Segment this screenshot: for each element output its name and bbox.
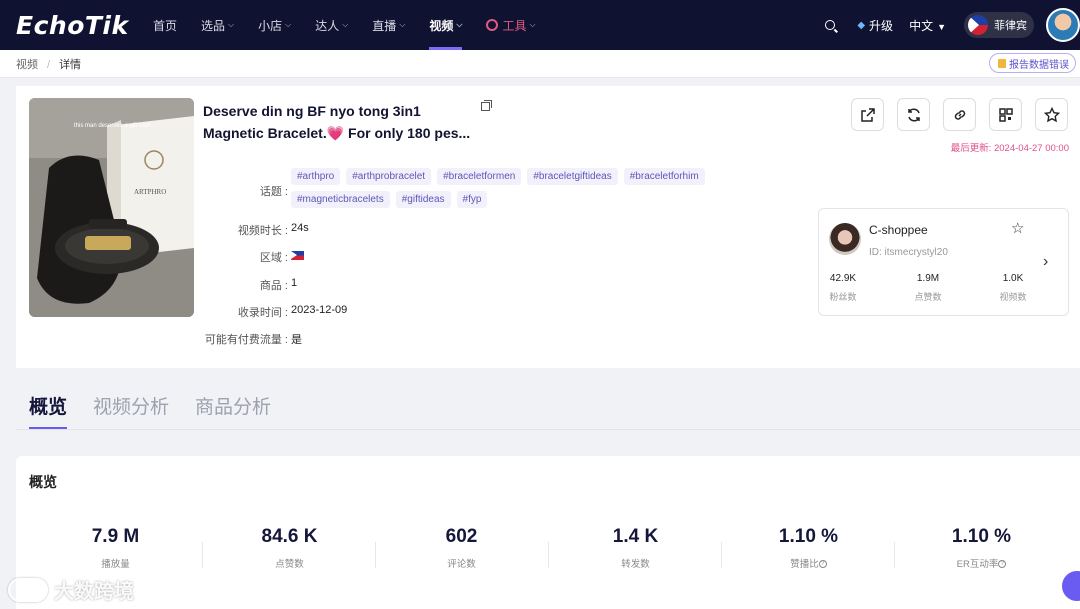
creator-card[interactable]: C-shoppee ID: itsmecrystyl20 ☆ › 42.9K 粉丝… [818,208,1069,316]
overview-card: 概览 7.9 M 播放量 84.6 K 点赞数 602 评论数 1.4 K 转发数 1.… [16,456,1080,609]
tab-product-analysis[interactable]: 商品分析 [195,392,271,429]
qr-code-icon [998,107,1013,122]
chevron-down-icon: ⌵ [456,20,463,29]
creator-stat-followers: 42.9K 粉丝数 [829,273,857,302]
star-icon [1043,106,1060,122]
refresh-icon [907,107,920,122]
watermark-logo-icon [8,577,48,602]
upgrade-button[interactable]: ◆ 升级 [857,17,893,34]
region-selector[interactable]: 菲律宾 [964,12,1034,38]
nav-item-shop[interactable]: 小店 ⌵ [258,0,291,50]
chevron-right-icon[interactable]: › [1043,253,1048,271]
metric-like-view-ratio: 1.10 % 赞播比? [778,526,839,570]
user-avatar[interactable] [1046,8,1080,42]
help-icon[interactable]: ? [998,560,1007,569]
nav-right: ◆ 升级 中文 ▼ 菲律宾 [825,0,1080,50]
nav-item-product-selection[interactable]: 选品 ⌵ [201,0,234,50]
metric-engagement-rate: 1.10 % ER互动率? [951,526,1012,570]
chevron-down-icon: ⌵ [529,20,536,29]
tab-divider [16,429,1080,430]
creator-id: ID: itsmecrystyl20 [869,247,948,258]
copy-icon[interactable] [481,100,492,111]
creator-name[interactable]: C-shoppee [869,223,928,237]
duration-label: 视频时长 : [237,225,288,237]
search-icon[interactable] [825,20,836,30]
topic-tags: #arthpro #arthprobracelet #braceletforme… [291,168,741,214]
nav-item-video[interactable]: 视频 ⌵ [429,0,463,50]
breadcrumb: 视频 / 详情 [16,56,81,72]
region-value [291,249,304,261]
thumbnail-brand: ARTPHRO [134,188,166,196]
qr-code-button[interactable] [989,98,1022,131]
analysis-tabs: 概览 视频分析 商品分析 [29,392,297,429]
diamond-icon: ◆ [857,19,866,31]
breadcrumb-bar: 视频 / 详情 报告数据错误 [0,50,1080,78]
breadcrumb-parent[interactable]: 视频 [16,59,38,71]
creator-avatar[interactable] [829,223,861,255]
metric-comments: 602 评论数 [445,526,478,570]
topic-tag[interactable]: #arthprobracelet [346,168,432,185]
favorite-button[interactable] [1035,98,1068,131]
paid-traffic-label: 可能有付费流量 : [204,334,288,346]
creator-stat-videos: 1.0K 视频数 [999,273,1027,302]
duration-value: 24s [291,222,309,234]
help-icon[interactable]: ? [818,560,827,569]
follow-star-icon[interactable]: ☆ [1011,219,1024,237]
topic-tag[interactable]: #giftideas [395,191,451,208]
link-icon [954,109,965,120]
paid-traffic-value: 是 [291,334,302,346]
video-title: Deserve din ng BF nyo tong 3in1 Magnetic… [203,103,471,141]
collected-value: 2023-12-09 [291,304,348,316]
open-link-button[interactable] [851,98,884,131]
metric-likes: 84.6 K 点赞数 [261,526,318,570]
video-thumbnail[interactable]: this man deserves a gift too!! ARTPHRO [29,98,194,317]
nav-item-home[interactable]: 首页 [153,0,177,50]
chevron-down-icon: ⌵ [228,20,235,29]
metric-views: 7.9 M 播放量 [91,526,140,570]
chevron-down-icon: ⌵ [342,20,349,29]
topic-tag[interactable]: #braceletgiftideas [527,168,618,185]
metric-shares: 1.4 K 转发数 [612,526,659,570]
chevron-down-icon: ⌵ [399,20,406,29]
tools-icon [486,19,499,31]
tab-overview[interactable]: 概览 [29,392,68,429]
nav-menu: 首页 选品 ⌵ 小店 ⌵ 达人 ⌵ 直播 ⌵ 视频 ⌵ 工具 ⌵ [153,0,560,50]
breadcrumb-separator: / [47,59,51,71]
report-error-button[interactable]: 报告数据错误 [989,53,1076,73]
topics-label: 话题 : [259,186,288,198]
thumbnail-caption: this man deserves a gift too!! [74,123,151,129]
report-icon [998,58,1006,68]
external-link-icon [860,107,875,122]
watermark: 大数跨境 [8,575,134,604]
caret-down-icon: ▼ [937,21,946,32]
region-label: 区域 : [259,252,288,264]
overview-title: 概览 [29,474,57,490]
philippines-flag-icon [291,250,304,260]
last-updated: 最后更新: 2024-04-27 00:00 [950,143,1069,154]
creator-stat-likes: 1.9M 点赞数 [914,273,942,302]
topic-tag[interactable]: #braceletformen [437,168,522,185]
action-buttons [838,98,1068,131]
copy-link-button[interactable] [943,98,976,131]
topic-tag[interactable]: #magneticbracelets [291,191,390,208]
chevron-down-icon: ⌵ [285,20,292,29]
topic-tag[interactable]: #fyp [456,191,488,208]
refresh-button[interactable] [897,98,930,131]
nav-item-tools[interactable]: 工具 ⌵ [486,0,536,50]
brand-logo[interactable]: EchoTik [16,11,129,40]
topic-tag[interactable]: #arthpro [291,168,341,185]
nav-item-live[interactable]: 直播 ⌵ [372,0,405,50]
collected-label: 收录时间 : [237,307,288,319]
top-nav: EchoTik 首页 选品 ⌵ 小店 ⌵ 达人 ⌵ 直播 ⌵ 视频 ⌵ 工具 ⌵ ◆ 升级 中… [0,0,1080,50]
tab-video-analysis[interactable]: 视频分析 [93,392,169,429]
products-value[interactable]: 1 [291,277,297,289]
topic-tag[interactable]: #braceletforhim [623,168,705,185]
language-selector[interactable]: 中文 ▼ [909,17,946,34]
products-label: 商品 : [259,280,288,292]
thumbnail-image: this man deserves a gift too!! ARTPHRO [29,98,194,317]
philippines-flag-icon [968,15,988,35]
breadcrumb-current: 详情 [59,59,82,71]
nav-item-influencer[interactable]: 达人 ⌵ [315,0,348,50]
video-detail-card: this man deserves a gift too!! ARTPHRO D… [16,86,1080,368]
